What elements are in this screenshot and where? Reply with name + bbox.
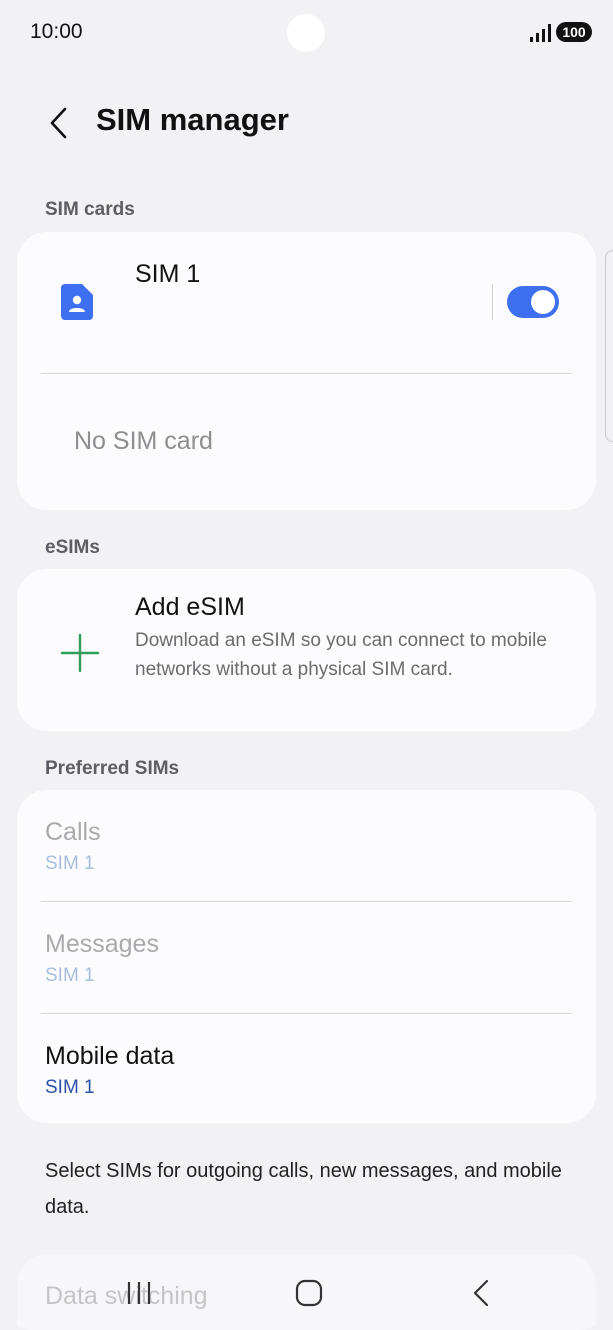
section-label-esims: eSIMs (45, 537, 100, 558)
sim1-name: SIM 1 (135, 260, 201, 288)
sim-manager-screen: 10:00 100 SIM manager SIM cards SIM 1 No… (0, 0, 613, 1330)
sim1-toggle[interactable] (507, 286, 559, 318)
recents-icon[interactable] (122, 1278, 156, 1308)
preferred-sims-card: Calls SIM 1 Messages SIM 1 Mobile data S… (17, 790, 596, 1123)
preferred-row-value: SIM 1 (45, 1077, 95, 1098)
sim1-row[interactable]: SIM 1 (17, 232, 596, 373)
preferred-row-value: SIM 1 (45, 853, 95, 874)
signal-bars-icon (530, 24, 551, 42)
sim-card-icon (61, 284, 93, 320)
preferred-row-title: Calls (45, 818, 101, 846)
preferred-row-messages[interactable]: Messages SIM 1 (17, 902, 596, 1012)
status-time: 10:00 (30, 20, 83, 43)
preferred-row-title: Mobile data (45, 1042, 175, 1070)
battery-indicator: 100 (556, 22, 592, 42)
section-label-preferred-sims: Preferred SIMs (45, 758, 180, 779)
back-button[interactable] (38, 100, 78, 146)
back-icon[interactable] (466, 1278, 496, 1308)
preferred-row-mobile-data[interactable]: Mobile data SIM 1 (17, 1014, 596, 1124)
preferred-row-title: Messages (45, 930, 159, 958)
camera-cutout (287, 14, 325, 52)
divider (41, 373, 572, 374)
sim-cards-card: SIM 1 No SIM card (17, 232, 596, 510)
page-title: SIM manager (96, 102, 289, 137)
add-esim-description: Download an eSIM so you can connect to m… (135, 630, 547, 680)
plus-icon (60, 633, 100, 673)
add-esim-title: Add eSIM (135, 593, 245, 621)
preferred-sims-footer: Select SIMs for outgoing calls, new mess… (45, 1160, 562, 1218)
home-icon[interactable] (292, 1278, 326, 1308)
add-esim-card[interactable]: Add eSIM Download an eSIM so you can con… (17, 569, 596, 731)
toggle-knob (531, 290, 555, 314)
section-label-sim-cards: SIM cards (45, 199, 135, 220)
empty-slot-text: No SIM card (74, 427, 213, 455)
row-separator (492, 284, 493, 320)
chevron-left-icon (50, 107, 67, 139)
scroll-indicator[interactable] (605, 250, 613, 442)
preferred-row-value: SIM 1 (45, 965, 95, 986)
preferred-row-calls[interactable]: Calls SIM 1 (17, 790, 596, 900)
status-bar: 10:00 100 (0, 0, 613, 66)
